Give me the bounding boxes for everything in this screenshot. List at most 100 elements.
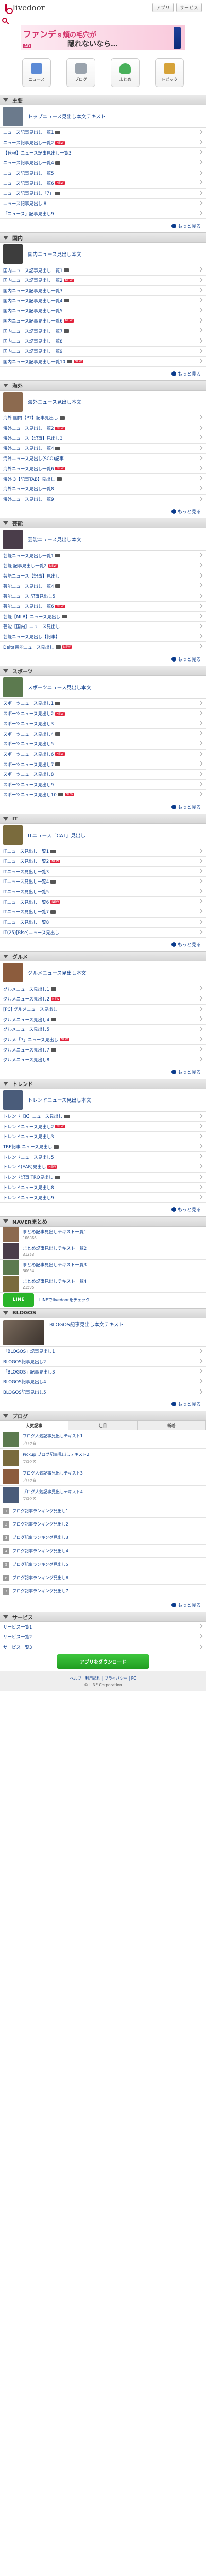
news-row[interactable]: 芸能ニュース 記事見出し5 [0,591,206,602]
more-link[interactable]: もっと見る [0,652,206,666]
search-bar[interactable] [0,15,206,25]
news-row[interactable]: 国内ニュース記事見出し一覧5 [0,306,206,316]
blog-ranking-row[interactable]: 3 ブログ記事ランキング見出し3 [0,1531,206,1545]
more-link[interactable]: もっと見る [0,938,206,951]
news-row[interactable]: スポーツニュース見出し10 NEW [0,790,206,800]
nav-matome[interactable]: まとめ [111,58,140,87]
top-story[interactable]: グルメニュース見出し本文 [0,961,206,985]
ad-banner[interactable]: ファンデｓ頬の毛穴が 隠れないなら… AD [21,25,185,50]
news-row[interactable]: ニュース記事見出し一覧4 [0,158,206,168]
news-row[interactable]: スポーツニュース見出し3 [0,719,206,730]
news-row[interactable]: 海外ニュース見出し一覧6 NEW [0,464,206,474]
blogos-row[interactable]: BLOGOS記事見出し5 [0,1387,206,1398]
news-row[interactable]: 国内ニュース記事見出し一覧1 [0,265,206,276]
top-story[interactable]: 芸能ニュース見出し本文 [0,528,206,551]
blogos-row[interactable]: BLOGOS記事見出し4 [0,1377,206,1387]
news-row[interactable]: ニュース記事見出し 8 [0,199,206,209]
section-header[interactable]: 海外 [0,380,206,391]
news-row[interactable]: 海外ニュース見出し一覧9 [0,495,206,505]
top-story[interactable]: 国内ニュース見出し本文 [0,243,206,266]
blog-pick-item[interactable]: Pickup ブログ記事見出しテキスト2 ブログ名 [0,1449,206,1468]
news-row[interactable]: 国内ニュース記事見出し一覧6 NEW [0,316,206,327]
news-row[interactable]: 国内ニュース記事見出し一覧4 [0,296,206,306]
news-row[interactable]: 国内ニュース記事見出し一覧10 NEW [0,357,206,367]
news-row[interactable]: 芸能ニュース見出し一覧4 [0,581,206,591]
nav-news[interactable]: ニュース [22,58,51,87]
news-row[interactable]: 国内ニュース記事見出し一覧7 [0,326,206,336]
news-row[interactable]: スポーツニュース見出し9 [0,780,206,790]
matome-item[interactable]: まとめ記事見出しテキスト一覧3 30654 [0,1260,206,1276]
news-row[interactable]: グルメニュース見出し4 [0,1014,206,1025]
nav-blog[interactable]: ブログ [66,58,95,87]
news-row[interactable]: 海外ニュース見出し一覧2 NEW [0,423,206,434]
blog-pick-item[interactable]: ブログ人気記事見出しテキスト4 ブログ名 [0,1486,206,1505]
news-row[interactable]: グルメニュース見出し7 [0,1045,206,1055]
section-header[interactable]: 芸能 [0,518,206,529]
news-row[interactable]: 国内ニュース記事見出し一覧3 [0,286,206,296]
news-row[interactable]: 国内ニュース記事見出し一覧8 [0,336,206,347]
blogos-row[interactable]: 「BLOGOS」記事見出し3 [0,1367,206,1377]
news-row[interactable]: グルメニュース見出し2 NEW [0,994,206,1005]
section-header[interactable]: スポーツ [0,666,206,676]
news-row[interactable]: トレンドニュース見出し3 [0,1132,206,1142]
section-header[interactable]: IT [0,814,206,824]
news-row[interactable]: 国内ニュース記事見出し一覧9 [0,347,206,357]
tab-popular[interactable]: 人気記事 [0,1421,69,1430]
news-row[interactable]: 芸能ニュース見出し一覧1 [0,551,206,561]
tab-new[interactable]: 新着 [137,1421,206,1430]
news-row[interactable]: 海外 国内【PT】記事見出し [0,413,206,423]
matome-item[interactable]: まとめ記事見出しテキスト一覧2 31253 [0,1243,206,1260]
news-row[interactable]: スポーツニュース見出し6 NEW [0,750,206,760]
news-row[interactable]: スポーツニュース見出し1 [0,699,206,709]
app-button[interactable]: アプリ [152,3,174,12]
line-promo[interactable]: LINE LINEでlivedoorをチェック [0,1293,206,1308]
news-row[interactable]: ニュース記事見出し一覧2 NEW [0,138,206,148]
blogos-row[interactable]: 「BLOGOS」記事見出し1 [0,1347,206,1357]
news-row[interactable]: グルメニュース見出し8 [0,1055,206,1065]
news-row[interactable]: スポーツニュース見出し5 [0,739,206,750]
section-header[interactable]: 国内 [0,232,206,243]
news-row[interactable]: Delta芸能ニュース見出し NEW [0,642,206,653]
section-header[interactable]: トレンド [0,1078,206,1089]
news-row[interactable]: トレンドニュース見出し9 [0,1193,206,1203]
more-link[interactable]: もっと見る [0,1598,206,1612]
news-row[interactable]: [PC] グルメニュース見出し [0,1005,206,1015]
news-row[interactable]: 「ニュース」記事見出し9 [0,209,206,219]
blog-ranking-row[interactable]: 2 ブログ記事ランキング見出し2 [0,1518,206,1532]
news-row[interactable]: 海外ニュース【記事】見出し3 [0,433,206,444]
news-row[interactable]: 【速報】ニュース記事見出し一覧3 [0,148,206,159]
section-header-blog[interactable]: ブログ [0,1411,206,1421]
news-row[interactable]: 芸能ニュース【記事】見出し [0,571,206,582]
more-link[interactable]: もっと見る [0,1203,206,1216]
news-row[interactable]: トレンド(EAR)見出し NEW [0,1162,206,1173]
top-story[interactable]: トップニュース見出し本文テキスト [0,105,206,128]
news-row[interactable]: 海外ニュース見出し一覧4 [0,444,206,454]
news-row[interactable]: グルメニュース見出し1 [0,984,206,994]
news-row[interactable]: ニュース記事見出し一覧5 [0,168,206,179]
section-header-matome[interactable]: NAVERまとめ [0,1216,206,1227]
blog-pick-item[interactable]: ブログ人気記事見出しテキスト3 ブログ名 [0,1467,206,1486]
blog-pick-item[interactable]: ブログ人気記事見出しテキスト1 ブログ名 [0,1430,206,1449]
more-link[interactable]: もっと見る [0,1397,206,1411]
service-row[interactable]: サービス一覧2 [0,1632,206,1642]
nav-topic[interactable]: トピック [155,58,184,87]
footer-links[interactable]: ヘルプ | 利用規約 | プライバシー | PC [70,1675,136,1681]
more-link[interactable]: もっと見る [0,504,206,518]
news-row[interactable]: ITニュース見出し一覧3 [0,867,206,877]
service-row[interactable]: サービス一覧1 [0,1622,206,1632]
news-row[interactable]: スポーツニュース見出し7 [0,759,206,770]
blog-ranking-row[interactable]: 1 ブログ記事ランキング見出し1 [0,1504,206,1518]
matome-item[interactable]: まとめ記事見出しテキスト一覧1 106866 [0,1227,206,1243]
news-row[interactable]: 芸能ニュース見出し一覧6 NEW [0,602,206,612]
news-row[interactable]: トレンド【K】ニュース見出し [0,1112,206,1122]
blog-ranking-row[interactable]: 4 ブログ記事ランキング見出し4 [0,1545,206,1558]
top-story[interactable]: 海外ニュース見出し本文 [0,391,206,414]
news-row[interactable]: 海外ニュース見出し一覧8 [0,484,206,495]
blog-ranking-row[interactable]: 7 ブログ記事ランキング見出し7 [0,1585,206,1599]
news-row[interactable]: 海外 3【記事TAB】見出し [0,474,206,484]
blog-ranking-row[interactable]: 5 ブログ記事ランキング見出し5 [0,1558,206,1572]
livedoor-logo[interactable]: livedoor [4,3,45,14]
section-header-service[interactable]: サービス [0,1612,206,1622]
top-story[interactable]: トレンドニュース見出し本文 [0,1089,206,1112]
more-link[interactable]: もっと見る [0,800,206,814]
